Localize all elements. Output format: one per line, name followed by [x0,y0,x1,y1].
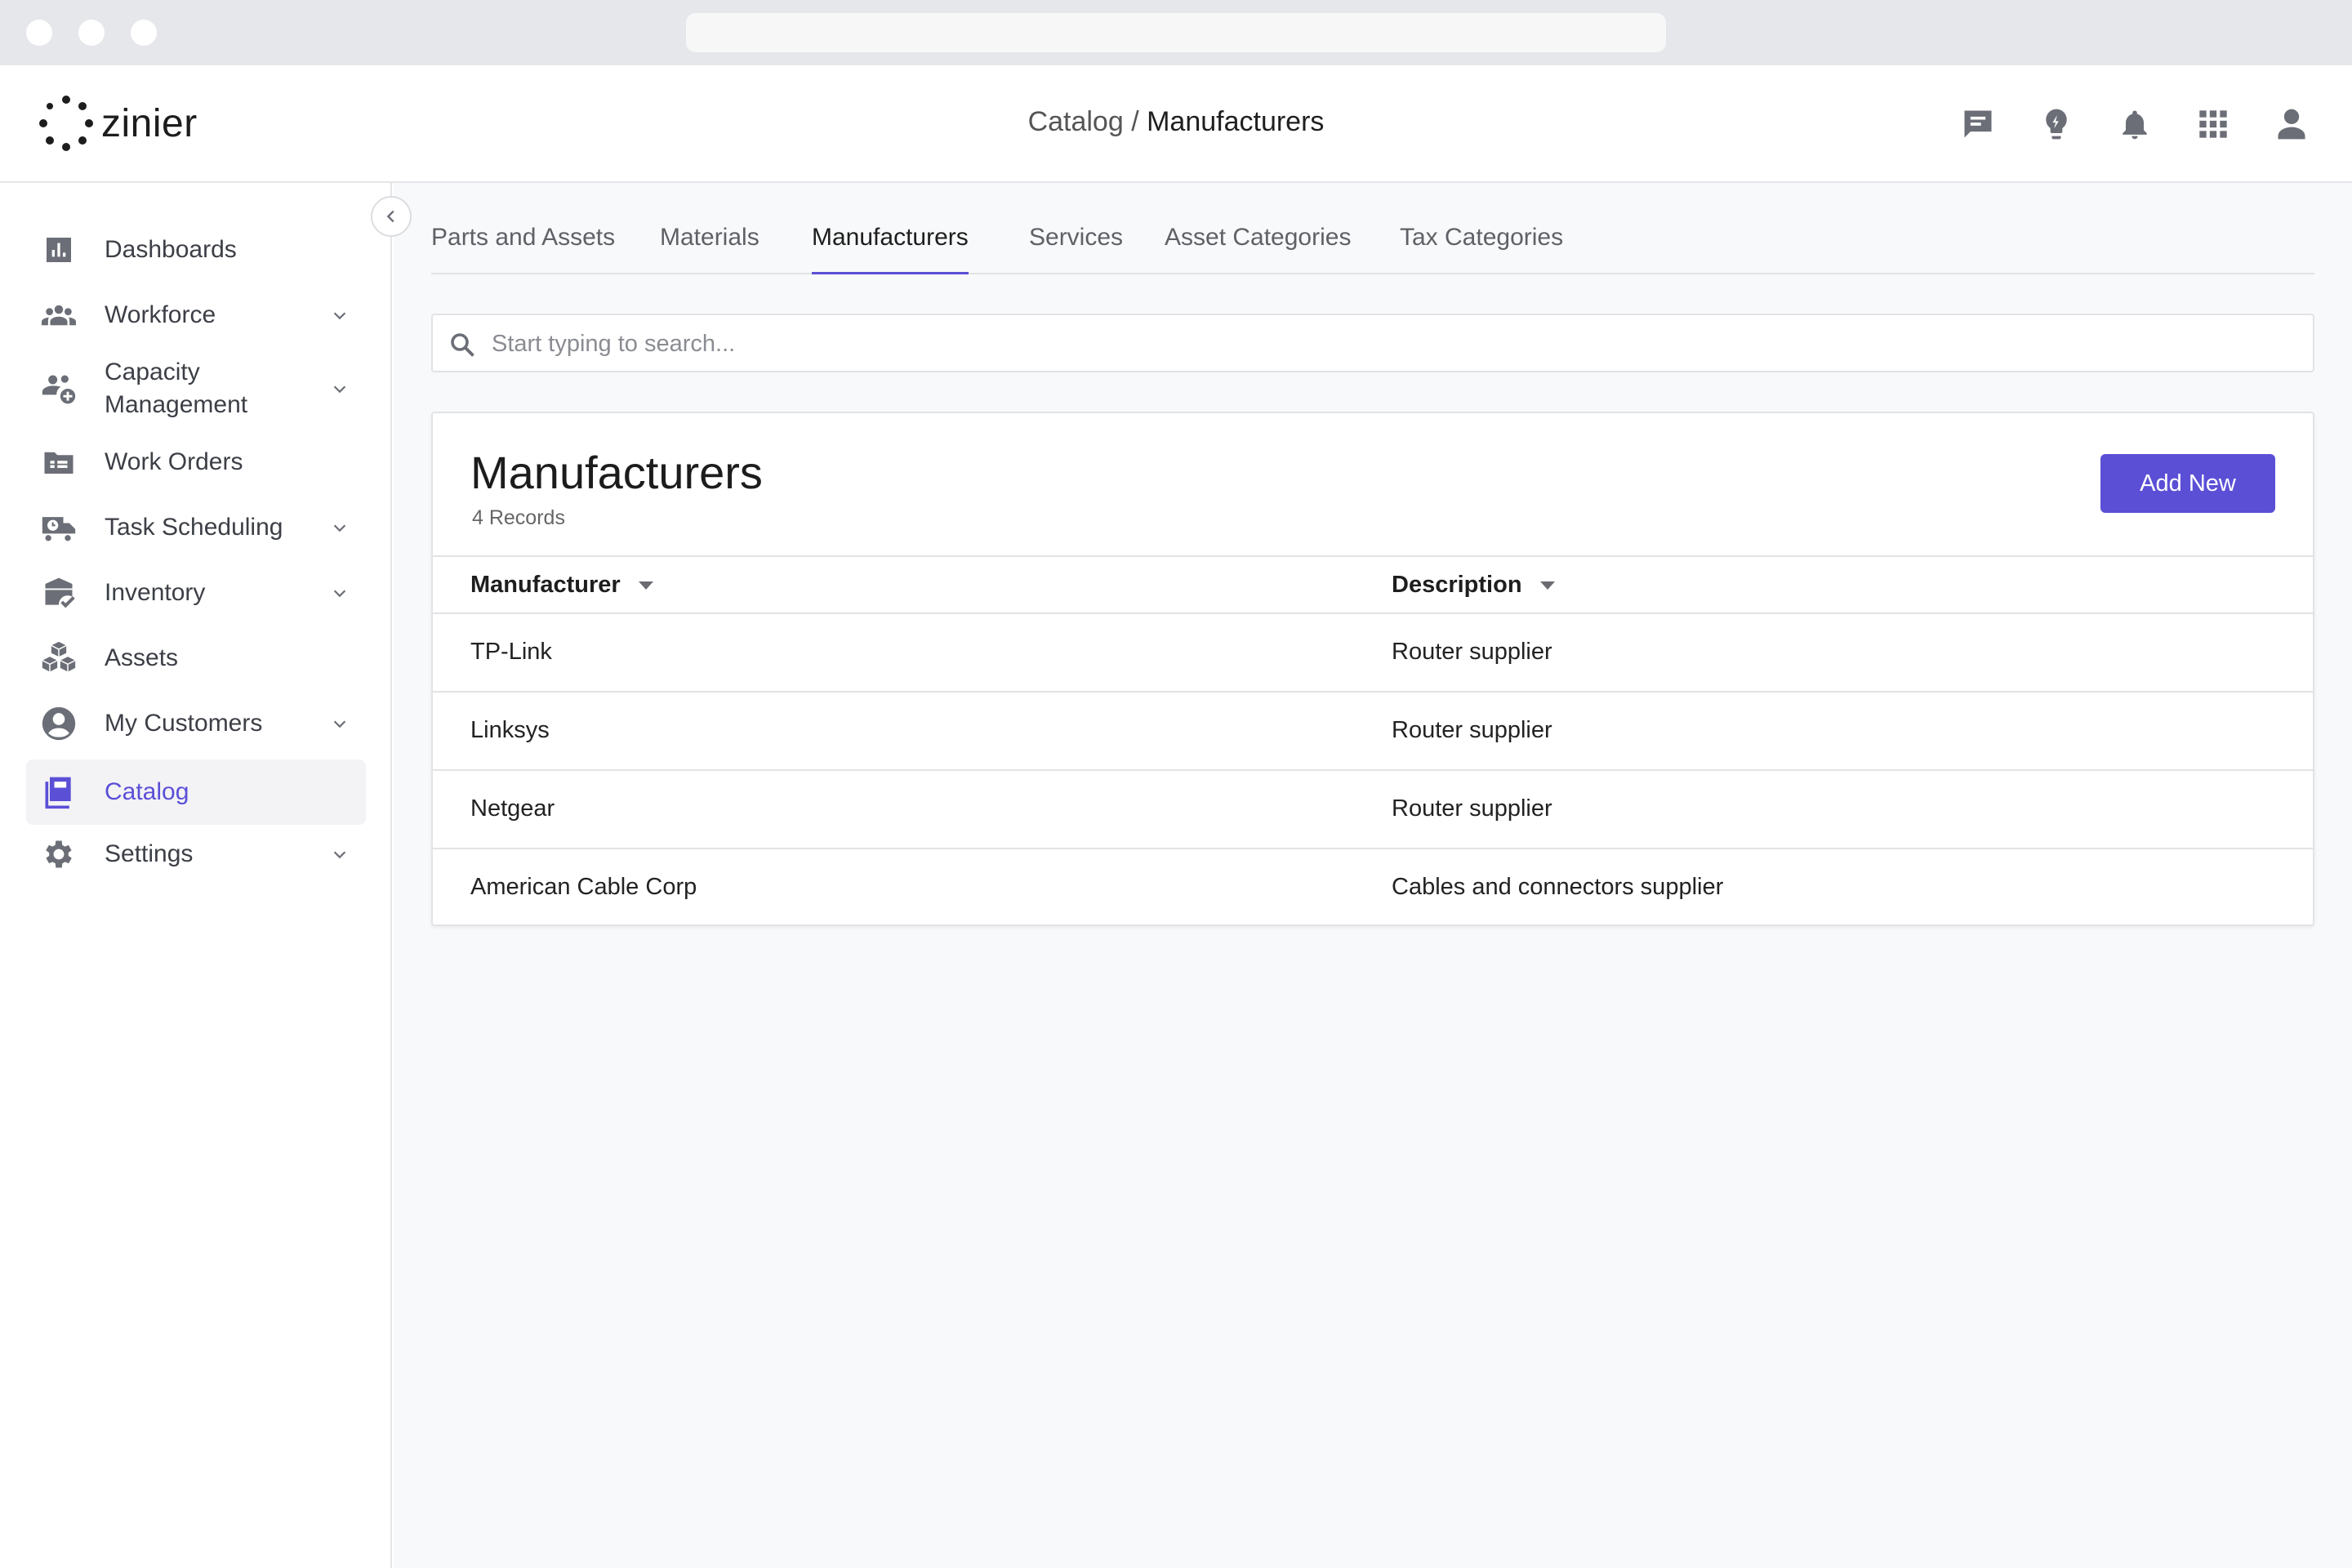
chevron-down-icon[interactable] [328,843,351,866]
sidebar-item-work-orders[interactable]: Work Orders [26,436,366,488]
tab-services[interactable]: Services [1029,224,1123,274]
chevron-down-icon[interactable] [328,304,351,327]
cell-description: Router supplier [1392,717,1552,743]
address-bar[interactable] [686,13,1666,52]
sidebar-item-dashboards[interactable]: Dashboards [26,224,366,276]
tab-parts-and-assets[interactable]: Parts and Assets [431,224,615,274]
gear-icon [41,836,77,872]
truck-clock-icon [41,510,77,546]
column-header-label: Manufacturer [470,572,621,598]
sidebar-item-label: Catalog [105,778,189,805]
bar-chart-icon [41,232,77,268]
breadcrumb-current: Manufacturers [1147,106,1325,137]
tab-tax-categories[interactable]: Tax Categories [1400,224,1563,274]
sidebar-item-inventory[interactable]: Inventory [26,567,366,619]
sidebar-collapse-button[interactable] [371,196,412,237]
window-minimize-dot[interactable] [78,20,105,46]
sort-caret-icon [1539,581,1555,590]
search-input[interactable] [492,323,2288,364]
table-header: Manufacturer Description [433,555,2313,614]
sidebar-item-my-customers[interactable]: My Customers [26,697,366,750]
chevron-down-icon[interactable] [328,516,351,539]
apps-grid-icon[interactable] [2190,101,2236,147]
search-icon [451,333,474,357]
sidebar-item-label: Inventory [105,579,206,606]
main-content: Parts and Assets Materials Manufacturers… [394,183,2352,1568]
tab-asset-categories[interactable]: Asset Categories [1165,224,1351,274]
window-close-dot[interactable] [26,20,52,46]
chevron-down-icon[interactable] [328,581,351,604]
sidebar-item-label: Task Scheduling [105,514,283,541]
sidebar-item-task-scheduling[interactable]: Task Scheduling [26,501,366,554]
top-header: zinier Catalog / Manufacturers [0,65,2352,183]
sort-caret-icon [638,581,653,590]
cell-description: Router supplier [1392,795,1552,822]
people-icon [41,297,77,333]
cell-manufacturer: Linksys [470,717,550,743]
bell-icon[interactable] [2112,101,2158,147]
tab-manufacturers[interactable]: Manufacturers [812,224,969,274]
sidebar-item-label: Dashboards [105,236,237,263]
cell-manufacturer: American Cable Corp [470,874,697,900]
chat-icon[interactable] [1955,101,2001,147]
chevron-down-icon[interactable] [328,712,351,735]
record-count: 4 Records [472,506,565,529]
cell-manufacturer: Netgear [470,795,555,822]
column-header-description[interactable]: Description [1392,572,1555,599]
sidebar-item-label: Assets [105,644,179,671]
inventory-icon [41,575,77,611]
table-row[interactable]: American Cable Corp Cables and connector… [433,849,2313,928]
sidebar-item-label: Work Orders [105,448,243,475]
tab-materials[interactable]: Materials [660,224,760,274]
sidebar-item-assets[interactable]: Assets [26,632,366,684]
sidebar-item-label: Workforce [105,301,216,328]
table-row[interactable]: TP-Link Router supplier [433,614,2313,693]
cell-description: Cables and connectors supplier [1392,874,1724,900]
sidebar-item-label: Capacity Management [105,359,248,418]
cell-manufacturer: TP-Link [470,639,552,665]
account-circle-icon [41,706,77,742]
user-icon[interactable] [2269,101,2314,147]
lightbulb-icon[interactable] [2034,101,2079,147]
browser-chrome [0,0,2352,65]
sidebar: Dashboards Workforce Capacity Management… [0,183,392,1568]
breadcrumb-parent[interactable]: Catalog / [1028,106,1147,137]
cell-description: Router supplier [1392,639,1552,665]
window-maximize-dot[interactable] [131,20,157,46]
catalog-tabs: Parts and Assets Materials Manufacturers… [431,183,2314,274]
sidebar-item-capacity-management[interactable]: Capacity Management [26,351,366,426]
sidebar-item-workforce[interactable]: Workforce [26,289,366,341]
column-header-label: Description [1392,572,1522,598]
table-row[interactable]: Linksys Router supplier [433,693,2313,771]
search-bar [431,314,2314,372]
add-new-button[interactable]: Add New [2100,454,2275,513]
table-row[interactable]: Netgear Router supplier [433,771,2313,849]
catalog-book-icon [41,774,77,810]
sidebar-item-settings[interactable]: Settings [26,828,366,880]
card-title: Manufacturers [470,447,763,498]
capacity-icon [41,371,77,407]
boxes-icon [41,640,77,676]
sidebar-item-catalog[interactable]: Catalog [26,760,366,825]
chevron-left-icon [386,210,394,223]
sidebar-item-label: Settings [105,840,194,867]
sidebar-item-label: My Customers [105,710,263,737]
work-order-icon [41,444,77,480]
column-header-manufacturer[interactable]: Manufacturer [470,572,653,599]
chevron-down-icon[interactable] [328,377,351,400]
manufacturers-card: Manufacturers 4 Records Add New Manufact… [431,412,2314,926]
